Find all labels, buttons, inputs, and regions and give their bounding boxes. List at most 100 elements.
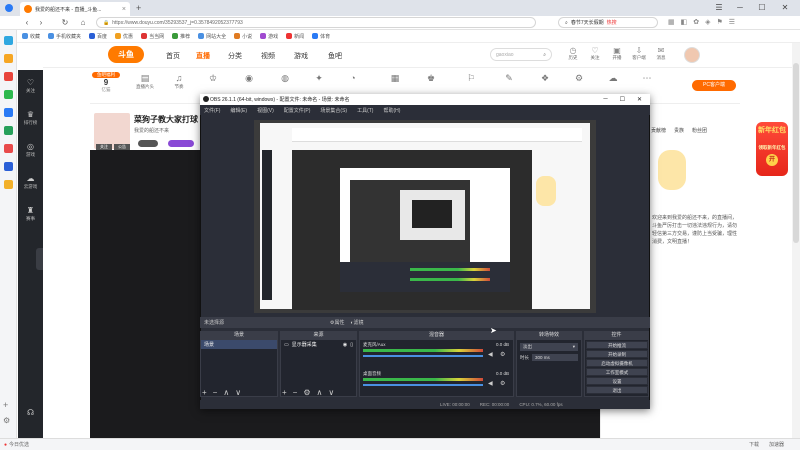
lock-icon[interactable]: ▯ [350, 342, 353, 348]
rank-card[interactable]: 鱼吧福利 9 亿猫 [92, 72, 120, 100]
room-icon-item[interactable]: ☁ [600, 73, 626, 84]
app-icon[interactable] [4, 144, 13, 153]
speaker-icon[interactable]: ◀ [488, 380, 493, 387]
search-icon[interactable]: ⌕ [543, 52, 546, 58]
room-icon-item[interactable]: ♚ [418, 73, 444, 84]
close-window-icon[interactable]: ✕ [778, 3, 792, 12]
menu-view[interactable]: 视图(V) [257, 107, 274, 114]
pc-client-button[interactable]: PC客户端 [692, 80, 736, 91]
nav-fishbar[interactable]: 鱼吧 [328, 51, 342, 61]
room-icon-item[interactable]: ✦ [306, 73, 332, 84]
start-recording-button[interactable]: 开始录制 [586, 350, 648, 358]
nav-live[interactable]: 直播 [196, 51, 210, 61]
accelerator-status[interactable]: 加速器 [769, 441, 784, 448]
duration-input[interactable]: 300 ms [532, 354, 578, 361]
transition-select[interactable]: 淡出 ▾ [520, 343, 578, 351]
extension-icon[interactable]: ⚑ [717, 18, 723, 27]
gear-icon[interactable]: ⚙ [500, 380, 505, 387]
home-icon[interactable]: ⌂ [78, 17, 88, 28]
header-message[interactable]: ✉ 消息 [650, 46, 672, 61]
sidebar-item-match[interactable]: ♜ 赛事 [18, 206, 43, 222]
bookmark-item[interactable]: 推荐 [172, 33, 190, 40]
volume-slider[interactable] [363, 355, 483, 357]
douyu-search-input[interactable]: gaoxiao ⌕ [490, 48, 552, 61]
add-icon[interactable]: + [3, 400, 8, 410]
bookmark-item[interactable]: 体育 [312, 33, 330, 40]
virtual-camera-button[interactable]: 启动虚拟摄像机 [586, 359, 648, 367]
sidebar-item-support[interactable]: ☊ [18, 408, 43, 418]
nav-video[interactable]: 视频 [261, 51, 275, 61]
red-packet-banner[interactable]: 新年红包 领取新年红包 开 [756, 122, 788, 176]
studio-mode-button[interactable]: 工作室模式 [586, 368, 648, 376]
start-streaming-button[interactable]: 开始推流 [586, 341, 648, 349]
move-up-icon[interactable]: ∧ [223, 388, 229, 397]
room-icon-item[interactable]: ◉ [236, 73, 262, 84]
volume-slider[interactable] [363, 384, 483, 386]
tab-active[interactable]: 我爱的船还不来 - 直播_斗鱼... × [20, 2, 130, 16]
settings-button[interactable]: 设置 [586, 377, 648, 385]
page-scrollbar[interactable] [792, 43, 800, 438]
scene-item[interactable]: 场景 [201, 340, 277, 349]
sidebar-item-follow[interactable]: ♡ 关注 [18, 78, 43, 94]
douyu-logo[interactable]: 斗鱼 [108, 46, 144, 63]
app-icon[interactable] [4, 54, 13, 63]
extension-icon[interactable]: ◈ [705, 18, 710, 27]
sidebar-item-rank[interactable]: ♛ 排行榜 [18, 110, 43, 126]
bookmark-item[interactable]: 收藏 [22, 33, 40, 40]
bookmark-item[interactable]: 优惠 [115, 33, 133, 40]
bookmark-item[interactable]: 手机收藏夹 [48, 33, 81, 40]
menu-file[interactable]: 文件(F) [204, 107, 220, 114]
room-icon-item[interactable]: ♫ 节奏 [166, 73, 192, 90]
app-icon[interactable] [4, 126, 13, 135]
obs-maximize-icon[interactable]: ☐ [620, 96, 625, 103]
forward-icon[interactable]: › [36, 17, 46, 28]
download-status[interactable]: 下载 [749, 441, 759, 448]
tab-contribution[interactable]: 贡献榜 [651, 127, 666, 134]
settings-icon[interactable]: ⚙ [3, 416, 10, 425]
red-packet-open-button[interactable]: 开 [766, 154, 778, 166]
room-icon-item[interactable]: ❖ [532, 73, 558, 84]
room-icon-item[interactable]: ⚐ [458, 73, 484, 84]
sidebar-item-cloud-game[interactable]: ☁ 云游戏 [18, 174, 43, 190]
scrollbar-thumb[interactable] [793, 63, 799, 243]
browser-search-box[interactable]: ⌕ 春节7天长假期 热搜 [558, 17, 658, 28]
nav-game[interactable]: 游戏 [294, 51, 308, 61]
minimize-icon[interactable]: ─ [733, 3, 747, 12]
move-down-icon[interactable]: ∨ [235, 388, 241, 397]
move-down-icon[interactable]: ∨ [328, 388, 334, 397]
menu-profile[interactable]: 配置文件(P) [284, 107, 311, 114]
room-icon-item[interactable]: ◍ [272, 73, 298, 84]
sidebar-collapse-handle[interactable] [36, 248, 43, 270]
properties-button[interactable]: ⚙属性 [330, 319, 345, 326]
gear-icon[interactable]: ⚙ [500, 351, 505, 358]
move-up-icon[interactable]: ∧ [317, 388, 323, 397]
tab-fans[interactable]: 粉丝团 [692, 127, 707, 134]
menu-icon[interactable]: ☰ [712, 3, 726, 12]
bookmark-item[interactable]: 小说 [234, 33, 252, 40]
refresh-icon[interactable]: ↻ [60, 17, 70, 28]
bookmark-item[interactable]: 网站大全 [198, 33, 226, 40]
menu-tools[interactable]: 工具(T) [357, 107, 373, 114]
room-icon-item[interactable]: ▤ 直播片头 [132, 73, 158, 90]
obs-close-icon[interactable]: ✕ [637, 96, 642, 103]
menu-help[interactable]: 帮助(H) [383, 107, 400, 114]
header-broadcast[interactable]: ▣ 开播 [606, 46, 628, 61]
app-icon[interactable] [4, 36, 13, 45]
header-follow[interactable]: ♡ 关注 [584, 46, 606, 61]
speaker-icon[interactable]: ◀ [488, 351, 493, 358]
add-icon[interactable]: + [282, 388, 287, 397]
url-bar[interactable]: 🔒 https://www.douyu.com/35293537_j=0.357… [96, 17, 536, 28]
room-icon-item[interactable]: ✎ [496, 73, 522, 84]
filters-button[interactable]: ◐滤镜 [351, 319, 364, 326]
room-icon-item[interactable]: ◔ [340, 73, 366, 84]
today-pick-label[interactable]: 今日优选 [9, 441, 29, 448]
nav-home[interactable]: 首页 [166, 51, 180, 61]
remove-icon[interactable]: − [213, 388, 218, 397]
menu-scene-collection[interactable]: 场景集合(S) [320, 107, 347, 114]
remove-icon[interactable]: − [293, 388, 298, 397]
nav-category[interactable]: 分类 [228, 51, 242, 61]
gear-icon[interactable]: ⚙ [303, 388, 310, 397]
visibility-icon[interactable]: ◉ [343, 342, 347, 348]
source-item[interactable]: ▭ 显示器采集 ◉ ▯ [281, 340, 356, 349]
streamer-name[interactable]: 我爱的船还不来 [134, 127, 169, 134]
